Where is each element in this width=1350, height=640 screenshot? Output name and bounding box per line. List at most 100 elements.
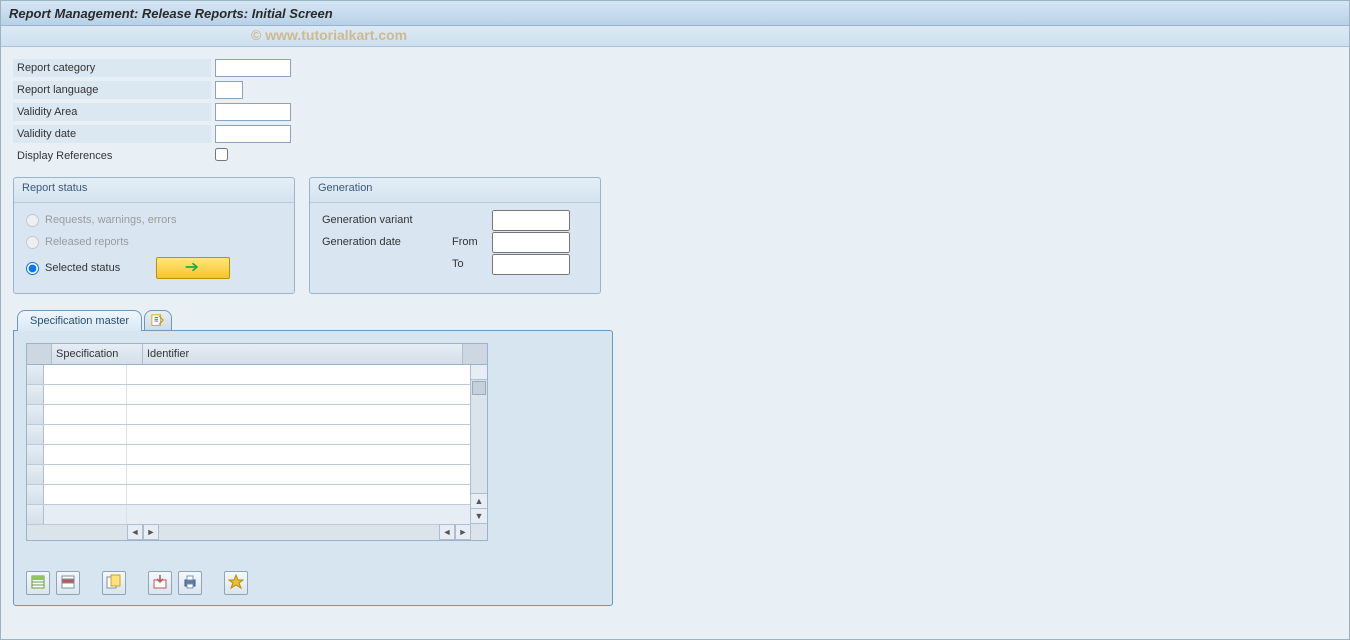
row-selector[interactable] [27,485,44,504]
tab-specification-master-page: Specification Identifier ▲ [13,330,613,606]
table-row[interactable] [27,385,470,405]
tab-specification-master-label: Specification master [30,315,129,327]
row-selector[interactable] [27,385,44,404]
tab-edit[interactable] [144,310,172,331]
validity-date-input[interactable] [215,125,291,143]
cell-specification [44,505,127,524]
grid-select-all[interactable] [27,344,52,364]
validity-area-label: Validity Area [13,103,211,121]
copy-row-icon [106,574,122,593]
window-title: Report Management: Release Reports: Init… [9,6,333,21]
generation-from-label: From [452,236,492,248]
grid-col-specification[interactable]: Specification [52,344,143,364]
grid-horizontal-scrollbar[interactable]: ◄ ► ◄ ► [27,523,487,540]
cell-specification[interactable] [44,385,127,404]
configure-icon [228,574,244,593]
cell-specification[interactable] [44,485,127,504]
cell-identifier[interactable] [127,385,470,404]
cell-identifier[interactable] [127,365,470,384]
report-status-group: Report status Requests, warnings, errors… [13,177,295,294]
specification-grid: Specification Identifier ▲ [26,343,488,541]
row-selector[interactable] [27,445,44,464]
scroll-up-arrow-icon[interactable]: ▲ [471,493,487,508]
scroll-down-arrow-icon[interactable]: ▼ [471,508,487,523]
cell-specification[interactable] [44,425,127,444]
cell-specification[interactable] [44,445,127,464]
scroll-left2-icon[interactable]: ◄ [439,524,455,540]
cell-identifier[interactable] [127,445,470,464]
radio-requests-label: Requests, warnings, errors [45,214,176,226]
table-row[interactable] [27,485,470,505]
copy-row-button[interactable] [102,571,126,595]
table-row[interactable] [27,365,470,385]
generation-variant-label: Generation variant [322,214,452,226]
scroll-right2-icon[interactable]: ► [455,524,471,540]
generation-date-label: Generation date [322,236,452,248]
delete-row-icon [60,574,76,593]
cell-identifier[interactable] [127,465,470,484]
add-row-icon [30,574,46,593]
selected-status-button[interactable] [156,257,230,279]
grid-vertical-scrollbar[interactable]: ▲ ▼ [470,365,487,523]
row-selector [27,505,44,524]
radio-released [26,236,39,249]
row-selector[interactable] [27,365,44,384]
header-form: Report category Report language Validity… [13,57,1337,167]
radio-selected-status-label: Selected status [45,262,120,274]
cell-specification[interactable] [44,465,127,484]
row-selector[interactable] [27,405,44,424]
grid-scroll-corner [463,344,487,364]
cell-identifier[interactable] [127,405,470,424]
cell-identifier[interactable] [127,485,470,504]
export-icon [152,574,168,593]
scroll-right-icon[interactable]: ► [143,524,159,540]
arrow-right-icon [185,261,201,276]
generation-from-input[interactable] [492,232,570,253]
display-references-checkbox[interactable] [215,148,228,161]
tab-specification-master[interactable]: Specification master [17,310,142,331]
print-icon [182,574,198,593]
radio-requests [26,214,39,227]
table-row[interactable] [27,405,470,425]
report-category-label: Report category [13,59,211,77]
row-selector[interactable] [27,465,44,484]
display-references-label: Display References [13,147,211,165]
application-toolbar [1,26,1349,47]
add-row-button[interactable] [26,571,50,595]
generation-variant-input[interactable] [492,210,570,231]
table-row[interactable] [27,445,470,465]
generation-title: Generation [310,178,600,203]
content-area: Report category Report language Validity… [1,47,1349,616]
table-row[interactable] [27,465,470,485]
grid-col-identifier[interactable]: Identifier [143,344,463,364]
scroll-thumb[interactable] [472,381,486,395]
edit-icon [151,314,165,328]
row-selector[interactable] [27,425,44,444]
cell-specification[interactable] [44,365,127,384]
report-category-input[interactable] [215,59,291,77]
generation-group: Generation Generation variant Generation… [309,177,601,294]
delete-row-button[interactable] [56,571,80,595]
configure-button[interactable] [224,571,248,595]
specification-tab-control: Specification master Specification Ident… [13,308,613,606]
cell-identifier[interactable] [127,425,470,444]
validity-area-input[interactable] [215,103,291,121]
radio-released-label: Released reports [45,236,129,248]
table-row[interactable] [27,425,470,445]
print-button[interactable] [178,571,202,595]
title-bar: Report Management: Release Reports: Init… [1,1,1349,26]
cell-identifier [127,505,470,524]
grid-toolbar [26,571,248,595]
app-window: Report Management: Release Reports: Init… [0,0,1350,640]
report-status-title: Report status [14,178,294,203]
scroll-left-icon[interactable]: ◄ [127,524,143,540]
report-language-label: Report language [13,81,211,99]
report-language-input[interactable] [215,81,243,99]
generation-to-input[interactable] [492,254,570,275]
generation-to-label: To [452,258,492,270]
validity-date-label: Validity date [13,125,211,143]
cell-specification[interactable] [44,405,127,424]
radio-selected-status[interactable] [26,262,39,275]
scroll-up-icon[interactable] [471,365,487,380]
export-button[interactable] [148,571,172,595]
